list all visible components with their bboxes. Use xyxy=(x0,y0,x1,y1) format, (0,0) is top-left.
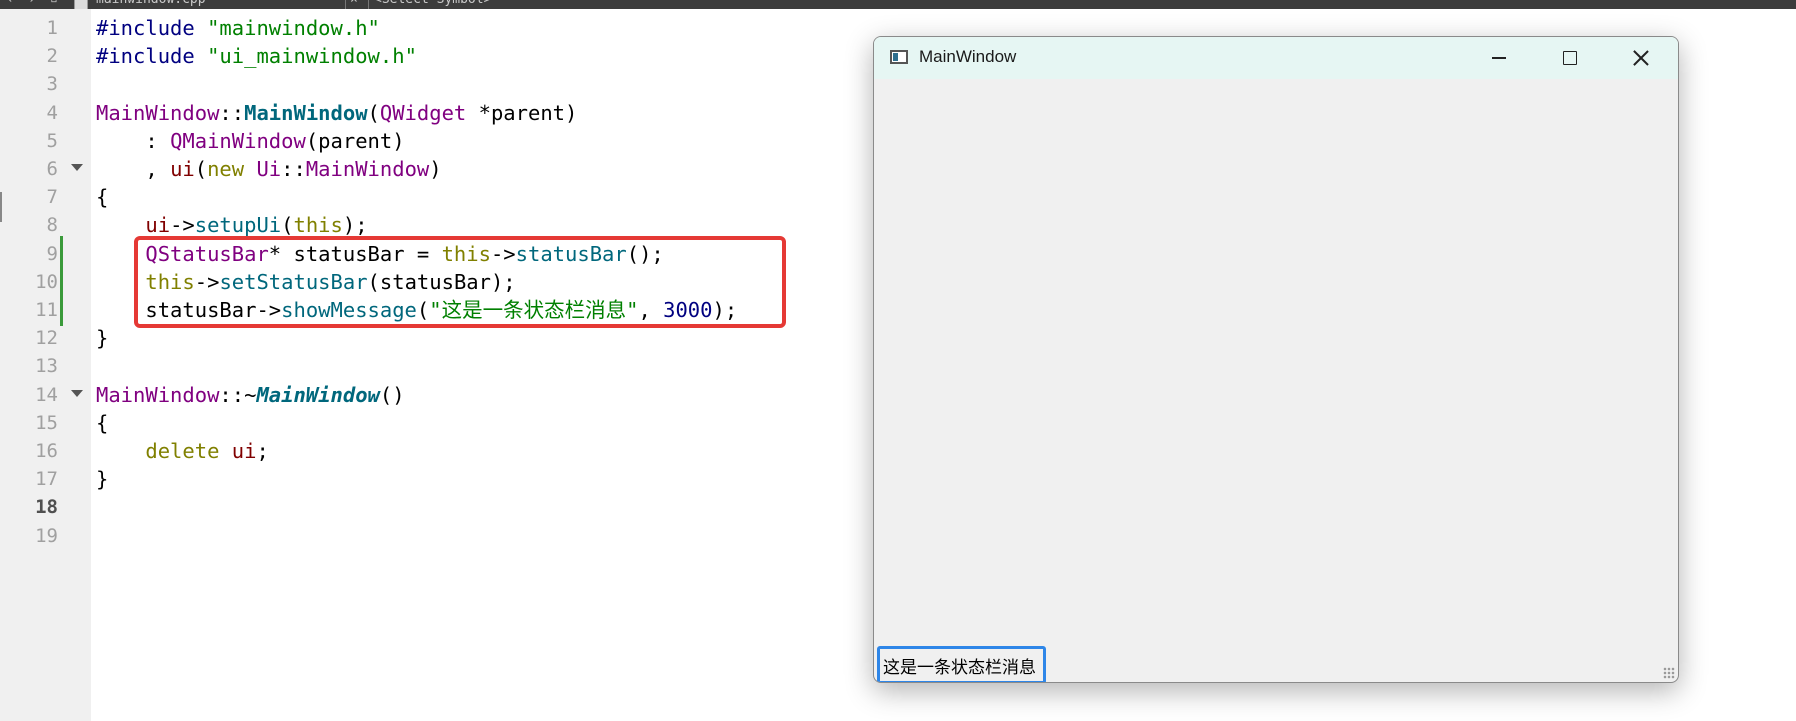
code-token: ui xyxy=(170,157,195,181)
code-token: ::~ xyxy=(219,382,257,407)
code-token: } xyxy=(96,326,109,351)
fold-arrow-icon[interactable] xyxy=(71,164,83,171)
minimize-button[interactable] xyxy=(1464,37,1534,79)
code-token: : xyxy=(96,128,171,153)
line-number: 16 xyxy=(35,440,58,462)
change-marker xyxy=(60,236,63,326)
code-token: this xyxy=(293,213,343,238)
line-number: 12 xyxy=(35,327,58,350)
line-number: 3 xyxy=(46,73,58,96)
line-number: 18 xyxy=(35,496,58,519)
code-line: MainWindow::~MainWindow() xyxy=(96,381,405,409)
code-line: #include "mainwindow.h" xyxy=(96,14,380,42)
line-number: 19 xyxy=(35,524,58,547)
line-number: 1 xyxy=(46,17,58,39)
line-number: 5 xyxy=(46,129,58,152)
code-token: MainWindow xyxy=(244,100,368,125)
code-token: ( xyxy=(281,213,294,238)
code-token: Ui xyxy=(256,157,282,181)
code-line: } xyxy=(96,324,108,352)
code-token: -> xyxy=(170,213,195,238)
close-tab-icon[interactable]: × xyxy=(350,0,358,8)
resize-grip-icon[interactable] xyxy=(1663,667,1675,679)
code-token: ); xyxy=(342,213,368,238)
minimize-icon xyxy=(1492,57,1506,59)
line-number: 10 xyxy=(35,270,58,293)
code-token: :: xyxy=(281,157,306,181)
line-number: 7 xyxy=(46,186,58,209)
line-number: 6 xyxy=(46,158,58,180)
file-tab[interactable]: mainwindow.cpp xyxy=(96,0,206,8)
code-token: * xyxy=(466,100,491,125)
close-icon xyxy=(1633,50,1649,66)
code-token: , xyxy=(96,157,171,181)
line-number: 11 xyxy=(35,299,58,321)
code-line: #include "ui_mainwindow.h" xyxy=(96,42,417,70)
line-number: 4 xyxy=(46,101,58,124)
code-line: , ui(new Ui::MainWindow) xyxy=(96,155,442,183)
code-token: } xyxy=(96,467,109,492)
code-line: } xyxy=(96,465,108,493)
code-token: ( xyxy=(194,157,208,181)
maximize-icon xyxy=(1563,51,1577,65)
nav-back-icon[interactable]: ‹ xyxy=(6,0,14,8)
code-token: () xyxy=(379,382,405,407)
window-title: MainWindow xyxy=(919,47,1017,66)
code-line: delete ui; xyxy=(96,437,269,465)
code-token: { xyxy=(96,185,109,210)
code-token: MainWindow xyxy=(96,100,220,125)
close-button[interactable] xyxy=(1606,37,1676,79)
code-line: : QMainWindow(parent) xyxy=(96,127,405,155)
file-icon xyxy=(74,0,88,9)
code-line: { xyxy=(96,409,108,437)
line-number: 15 xyxy=(35,411,58,434)
line-number: 8 xyxy=(46,214,58,237)
code-token: MainWindow xyxy=(305,157,430,181)
code-token: { xyxy=(96,410,109,435)
code-token: (parent) xyxy=(305,128,405,153)
fold-arrow-icon[interactable] xyxy=(71,390,83,397)
code-token: :: xyxy=(219,100,245,125)
code-token: MainWindow xyxy=(256,382,380,407)
code-token: ( xyxy=(367,100,380,125)
lock-icon: ▫ xyxy=(50,0,58,8)
highlight-annotation xyxy=(134,236,786,328)
code-token: parent xyxy=(490,100,566,125)
status-bar-message: 这是一条状态栏消息 xyxy=(877,646,1046,682)
line-number: 17 xyxy=(35,468,58,491)
line-number: 14 xyxy=(35,383,58,406)
code-token: ) xyxy=(565,100,578,125)
code-token: ; xyxy=(256,439,269,463)
code-token: "ui_mainwindow.h" xyxy=(207,44,417,69)
code-token: ) xyxy=(429,157,442,181)
nav-forward-icon[interactable]: › xyxy=(28,0,36,8)
line-number: 13 xyxy=(35,355,58,378)
code-token: setupUi xyxy=(194,213,282,238)
symbol-selector[interactable]: <Select Symbol> xyxy=(374,0,491,8)
code-token: ui xyxy=(145,213,171,238)
code-token: "mainwindow.h" xyxy=(207,16,380,40)
line-number: 2 xyxy=(46,45,58,68)
editor-tab-bar: ‹ › ▫ mainwindow.cpp × <Select Symbol> xyxy=(0,0,1796,9)
main-window: MainWindow 这是一条状态栏消息 xyxy=(873,36,1679,683)
code-token: #include xyxy=(96,16,208,40)
code-token: #include xyxy=(96,44,208,69)
code-line: { xyxy=(96,183,108,211)
title-bar[interactable]: MainWindow xyxy=(874,37,1678,79)
code-token: QWidget xyxy=(379,100,467,125)
app-icon xyxy=(890,50,908,64)
maximize-button[interactable] xyxy=(1535,37,1605,79)
code-token: delete xyxy=(145,439,220,463)
code-token: ui xyxy=(231,439,257,463)
code-token: new xyxy=(207,157,245,181)
line-number: 9 xyxy=(46,242,58,265)
code-token: QMainWindow xyxy=(170,128,306,153)
code-line: MainWindow::MainWindow(QWidget *parent) xyxy=(96,99,577,127)
code-token: MainWindow xyxy=(96,382,220,407)
